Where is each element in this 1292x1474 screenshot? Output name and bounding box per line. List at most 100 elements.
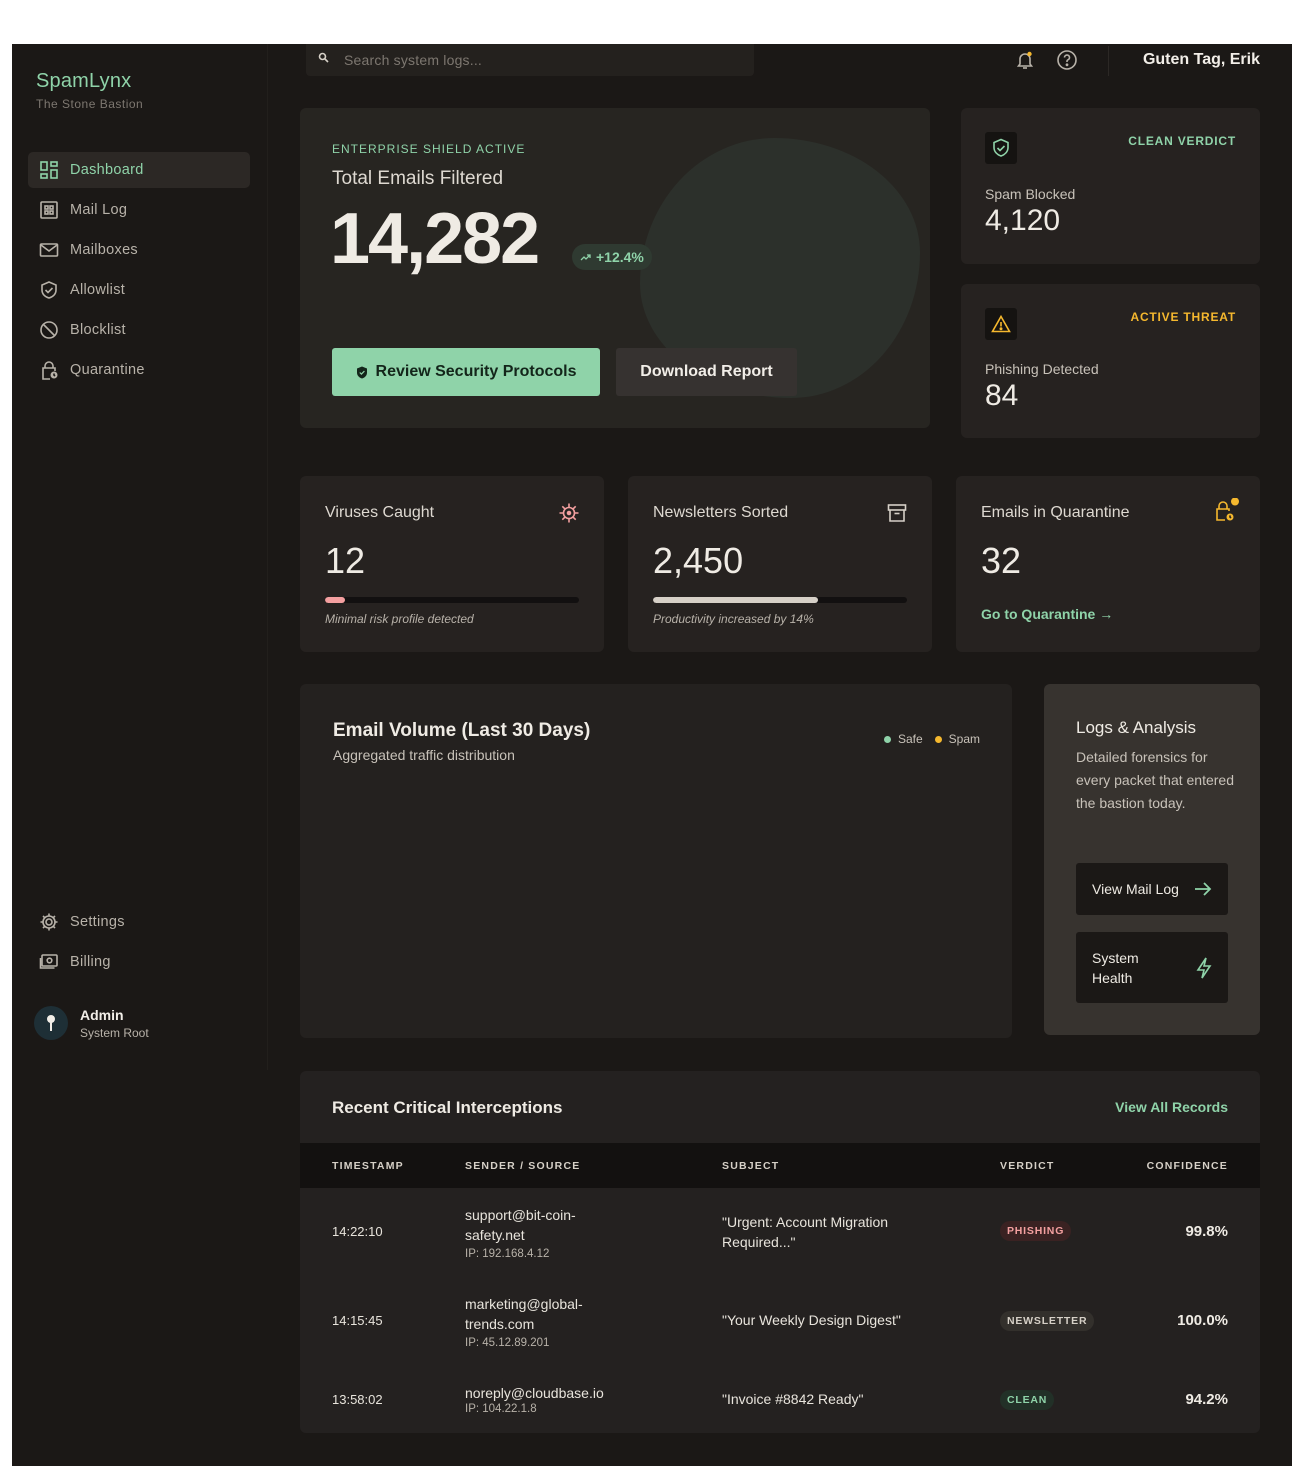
- shield-status-label: ENTERPRISE SHIELD ACTIVE: [332, 142, 526, 156]
- gear-icon: [38, 911, 60, 933]
- sidebar-item-blocklist[interactable]: Blocklist: [28, 312, 250, 348]
- threat-tag: ACTIVE THREAT: [1130, 310, 1236, 324]
- column-header-subject[interactable]: SUBJECT: [722, 1160, 779, 1172]
- row-subject: "Invoice #8842 Ready": [722, 1391, 864, 1407]
- lock-clock-icon: [1214, 497, 1239, 521]
- logs-title: Logs & Analysis: [1076, 718, 1197, 737]
- view-all-records-link[interactable]: View All Records: [1115, 1099, 1228, 1115]
- row-ip: IP: 104.22.1.8: [465, 1403, 537, 1415]
- logs-description: Detailed forensics for every packet that…: [1076, 749, 1234, 811]
- virus-risk-bar: [325, 597, 579, 603]
- sidebar-item-label: Quarantine: [70, 362, 145, 378]
- phishing-value: 84: [985, 379, 1019, 412]
- sidebar-item-quarantine[interactable]: Quarantine: [28, 352, 250, 388]
- sidebar-item-settings[interactable]: Settings: [28, 904, 250, 940]
- table-row[interactable]: 14:15:45 marketing@global-trends.com IP:…: [300, 1277, 1260, 1366]
- sidebar-item-label: Mailboxes: [70, 242, 138, 258]
- interceptions-table-card: Recent Critical Interceptions View All R…: [300, 1071, 1260, 1433]
- sidebar-item-mail-log[interactable]: Mail Log: [28, 192, 250, 228]
- logs-analysis-card: Logs & Analysis Detailed forensics for e…: [1044, 684, 1260, 1035]
- view-mail-log-label: View Mail Log: [1092, 881, 1179, 897]
- view-mail-log-button[interactable]: View Mail Log: [1076, 863, 1228, 915]
- column-header-sender[interactable]: SENDER / SOURCE: [465, 1160, 580, 1172]
- sidebar-item-mailboxes[interactable]: Mailboxes: [28, 232, 250, 268]
- newsletters-value: 2,450: [653, 540, 744, 581]
- row-sender-cell: noreply@cloudbase.io IP: 104.22.1.8: [465, 1383, 655, 1416]
- quarantine-value: 32: [981, 540, 1022, 581]
- sidebar-item-billing[interactable]: Billing: [28, 944, 250, 980]
- column-header-verdict[interactable]: VERDICT: [1000, 1160, 1055, 1172]
- newsletters-title: Newsletters Sorted: [653, 504, 789, 521]
- verdict-badge-phishing: PHISHING: [1000, 1221, 1072, 1241]
- viruses-title: Viruses Caught: [325, 504, 435, 521]
- column-header-timestamp[interactable]: TIMESTAMP: [332, 1160, 404, 1172]
- sidebar-item-label: Settings: [70, 914, 125, 930]
- review-protocols-label: Review Security Protocols: [375, 363, 577, 380]
- warning-icon: [985, 308, 1017, 340]
- phishing-card: ACTIVE THREAT Phishing Detected 84: [961, 284, 1260, 438]
- total-filtered-card: ENTERPRISE SHIELD ACTIVE Total Emails Fi…: [300, 108, 930, 428]
- header-divider: [1108, 46, 1109, 76]
- quarantine-card: Emails in Quarantine 32 Go to Quarantine…: [956, 476, 1260, 652]
- sidebar-item-label: Dashboard: [70, 162, 144, 178]
- user-role: System Root: [80, 1025, 149, 1040]
- legend-spam-label: Spam: [948, 732, 980, 746]
- row-sender: noreply@cloudbase.io: [465, 1385, 604, 1401]
- table-row[interactable]: 14:22:10 support@bit-coin-safety.net IP:…: [300, 1188, 1260, 1277]
- verdict-tag: CLEAN VERDICT: [1128, 134, 1236, 148]
- viruses-note: Minimal risk profile detected: [325, 612, 474, 626]
- search-input[interactable]: [344, 52, 724, 68]
- review-protocols-button[interactable]: Review Security Protocols: [332, 348, 600, 396]
- user-name: Admin: [80, 1006, 124, 1023]
- spam-blocked-label: Spam Blocked: [985, 186, 1076, 202]
- lightning-icon: [1196, 957, 1212, 979]
- shield-icon: [356, 366, 368, 379]
- table-header: TIMESTAMP SENDER / SOURCE SUBJECT VERDIC…: [300, 1143, 1260, 1188]
- dashboard-icon: [38, 159, 60, 181]
- growth-badge: +12.4%: [572, 244, 652, 270]
- verdict-badge-newsletter: NEWSLETTER: [1000, 1311, 1095, 1331]
- spam-blocked-card: CLEAN VERDICT Spam Blocked 4,120: [961, 108, 1260, 264]
- chart-subtitle: Aggregated traffic distribution: [333, 747, 515, 763]
- sidebar-item-label: Mail Log: [70, 202, 128, 218]
- table-row[interactable]: 13:58:02 noreply@cloudbase.io IP: 104.22…: [300, 1366, 1260, 1433]
- avatar: [34, 1006, 68, 1040]
- row-sender: marketing@global-trends.com: [465, 1296, 583, 1332]
- verdict-badge-clean: CLEAN: [1000, 1390, 1055, 1410]
- sidebar-bottom-nav: Settings Billing: [28, 904, 250, 984]
- billing-icon: [38, 951, 60, 973]
- table-title: Recent Critical Interceptions: [332, 1098, 563, 1117]
- chart-legend: Safe Spam: [883, 732, 980, 746]
- sidebar: SpamLynx The Stone Bastion Dashboard Mai…: [12, 44, 268, 1070]
- spam-blocked-value: 4,120: [985, 204, 1061, 237]
- shield-check-icon: [985, 132, 1017, 164]
- sidebar-item-dashboard[interactable]: Dashboard: [28, 152, 250, 188]
- row-timestamp: 14:22:10: [332, 1224, 383, 1239]
- envelope-icon: [38, 239, 60, 261]
- column-header-confidence[interactable]: CONFIDENCE: [1147, 1160, 1228, 1172]
- user-profile[interactable]: Admin System Root: [34, 1006, 149, 1040]
- help-icon[interactable]: [1056, 49, 1078, 71]
- system-health-label: System Health: [1092, 949, 1139, 986]
- download-report-button[interactable]: Download Report: [616, 348, 797, 396]
- row-ip: IP: 192.168.4.12: [465, 1248, 550, 1260]
- bell-icon[interactable]: [1014, 49, 1036, 71]
- go-to-quarantine-link[interactable]: Go to Quarantine →: [981, 606, 1113, 622]
- row-subject: "Urgent: Account Migration Required...": [722, 1214, 889, 1250]
- row-confidence: 99.8%: [1185, 1223, 1228, 1240]
- app-window: SpamLynx The Stone Bastion Dashboard Mai…: [12, 44, 1292, 1466]
- grid-icon: [38, 199, 60, 221]
- virus-risk-fill: [325, 597, 346, 603]
- shield-check-icon: [38, 279, 60, 301]
- system-health-button[interactable]: System Health: [1076, 932, 1228, 1003]
- hero-title: Total Emails Filtered: [332, 168, 504, 189]
- sidebar-item-allowlist[interactable]: Allowlist: [28, 272, 250, 308]
- chart-title: Email Volume (Last 30 Days): [333, 720, 591, 741]
- total-emails-value: 14,282: [330, 199, 540, 279]
- viruses-caught-card: Viruses Caught 12 Minimal risk profile d…: [300, 476, 604, 652]
- email-volume-card: Email Volume (Last 30 Days) Aggregated t…: [300, 684, 1012, 1038]
- row-sender-cell: marketing@global-trends.com IP: 45.12.89…: [465, 1294, 615, 1350]
- virus-icon: [558, 502, 580, 524]
- block-icon: [38, 319, 60, 341]
- row-sender-cell: support@bit-coin-safety.net IP: 192.168.…: [465, 1205, 615, 1261]
